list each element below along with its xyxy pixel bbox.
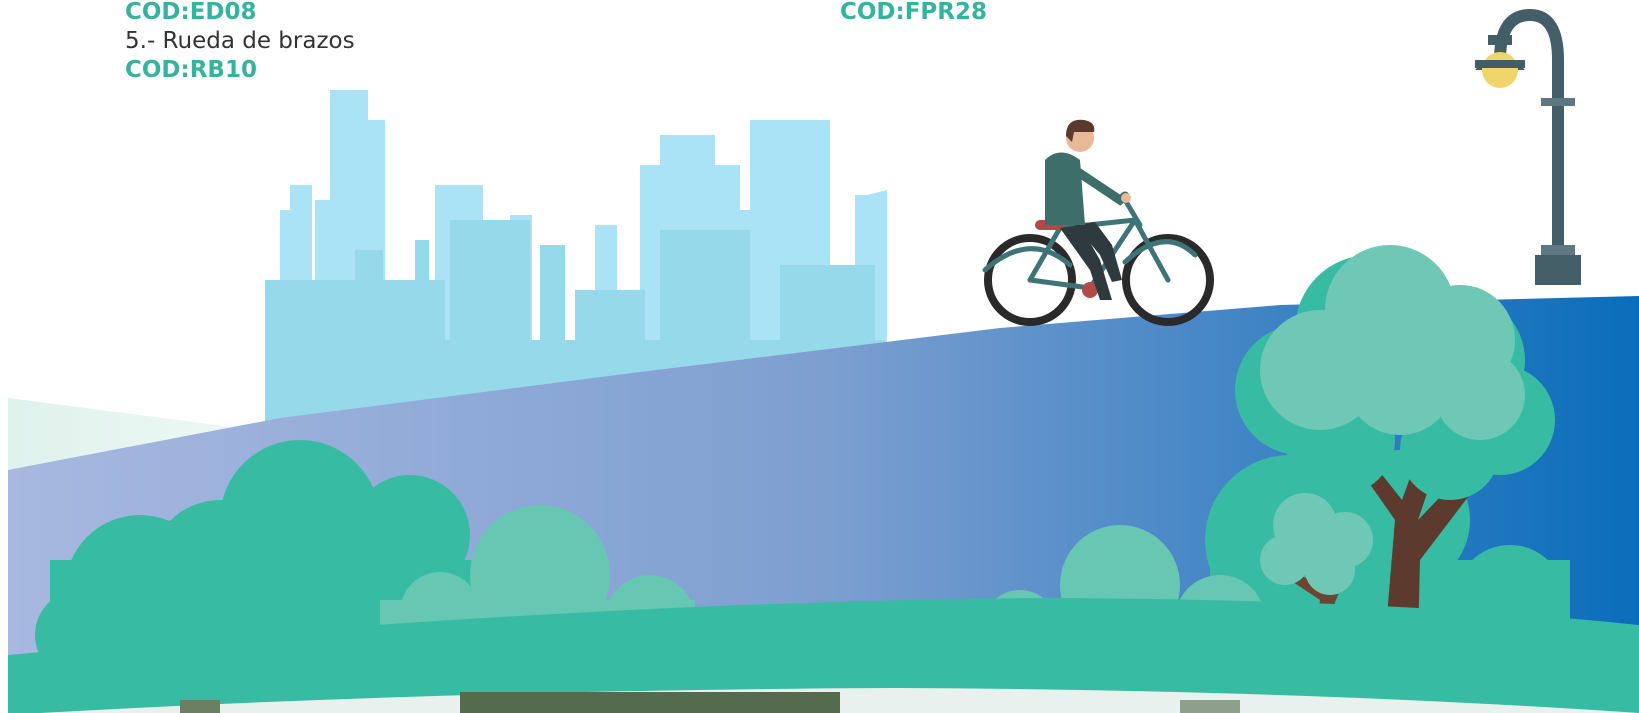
middle-code-top: COD:FPR28 — [840, 0, 988, 25]
cyclist-illustration — [982, 119, 1214, 326]
left-code-item-5: COD:RB10 — [125, 57, 257, 83]
street-lamp-icon — [1475, 8, 1581, 285]
left-code-top: COD:ED08 — [125, 0, 257, 25]
left-item-5: 5.- Rueda de brazos — [125, 28, 355, 54]
park-illustration — [8, 8, 1639, 713]
